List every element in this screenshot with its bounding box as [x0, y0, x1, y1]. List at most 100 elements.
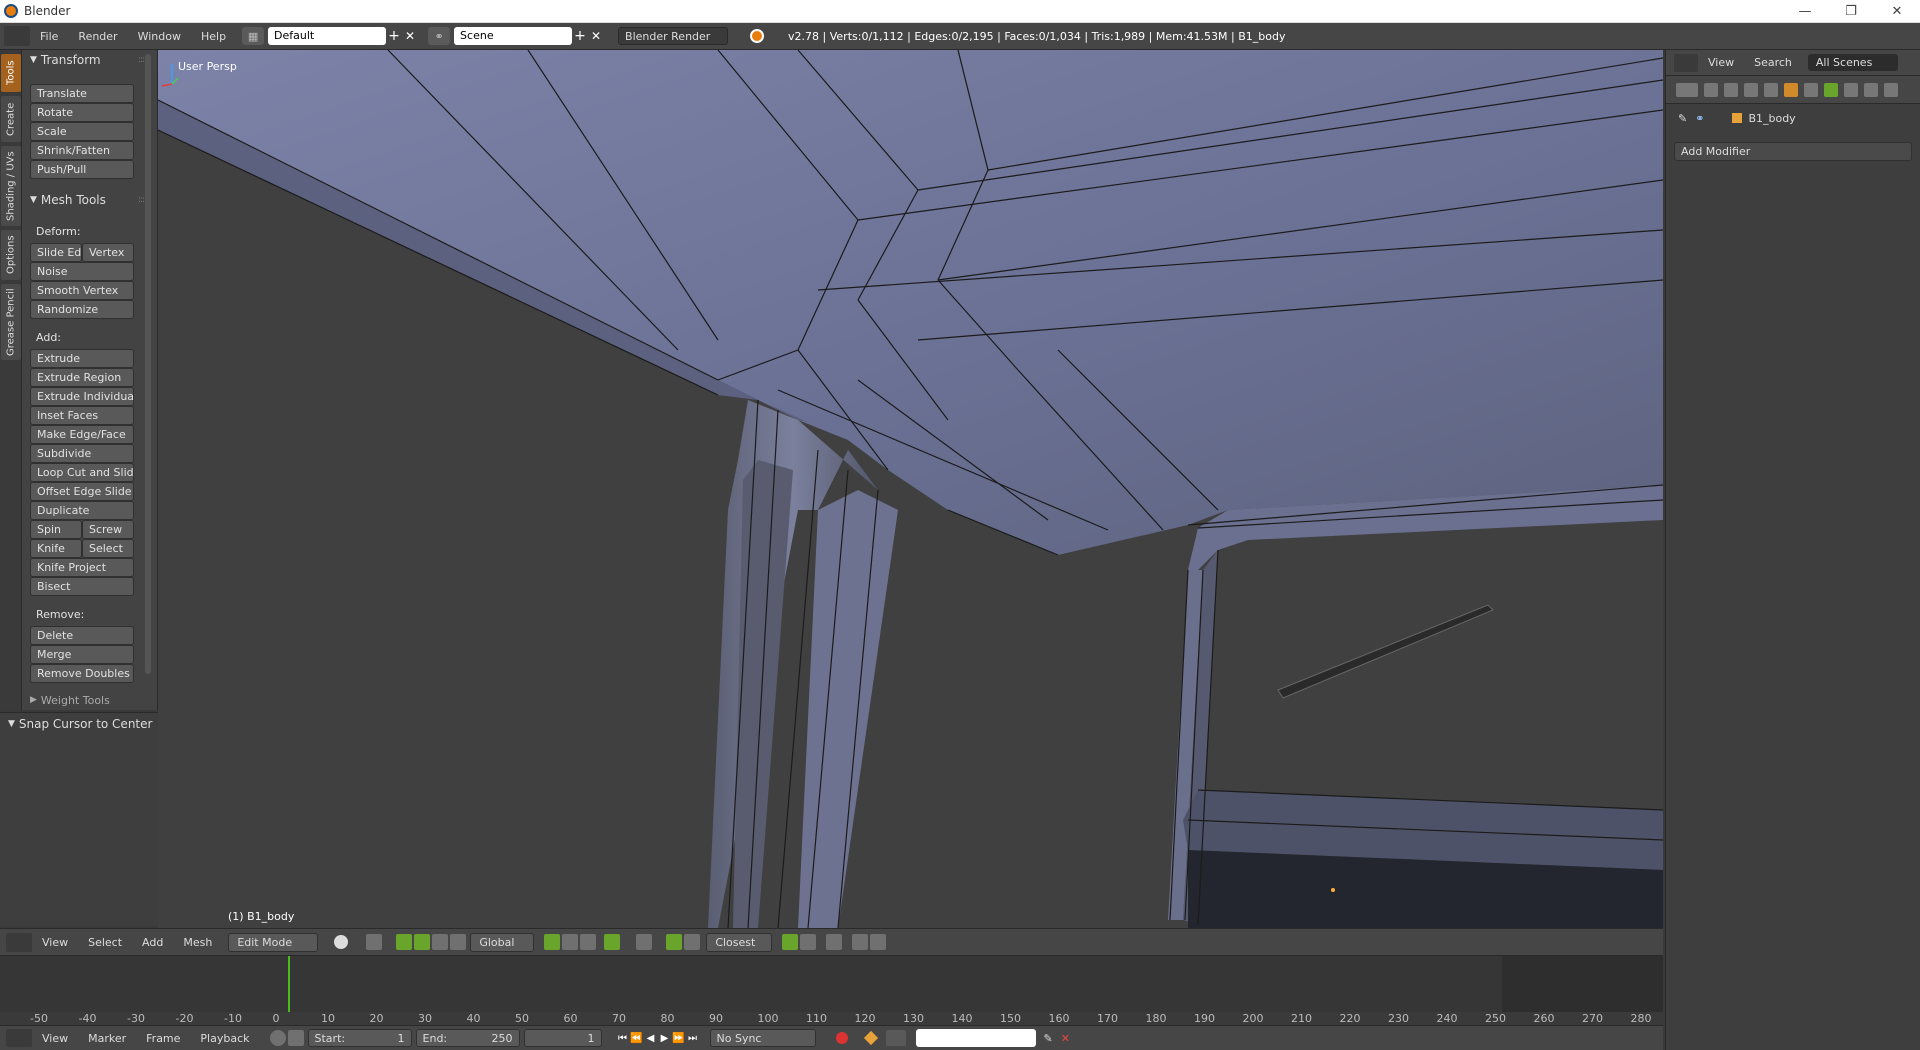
snap-project-icon[interactable] — [800, 934, 817, 950]
properties-type-icon[interactable] — [1676, 82, 1698, 97]
pivot-icon[interactable] — [366, 934, 383, 950]
layout-icon[interactable]: ▦ — [242, 27, 265, 45]
frame-menu[interactable]: Frame — [136, 1032, 190, 1045]
knife-button[interactable]: Knife — [30, 539, 82, 558]
material-tab-icon[interactable] — [1864, 82, 1878, 97]
add-menu[interactable]: Add — [132, 936, 173, 949]
remove-doubles-button[interactable]: Remove Doubles — [30, 664, 134, 683]
record-icon[interactable] — [835, 1032, 848, 1044]
face-select-icon[interactable] — [580, 934, 597, 950]
timeline-view-menu[interactable]: View — [32, 1032, 78, 1045]
view-menu[interactable]: View — [1698, 56, 1744, 69]
panel-transform[interactable]: ▼ Transform:::: — [22, 50, 152, 70]
screw-button[interactable]: Screw — [82, 520, 134, 539]
end-frame-field[interactable]: End: 250 — [415, 1029, 520, 1047]
start-frame-field[interactable]: Start: 1 — [307, 1029, 412, 1047]
close-window-button[interactable]: ✕ — [1874, 0, 1920, 23]
opengl-anim-icon[interactable] — [870, 934, 887, 950]
render-layers-tab-icon[interactable] — [1724, 82, 1738, 97]
push-pull-button[interactable]: Push/Pull — [30, 160, 134, 179]
insert-keyframe-icon[interactable]: ✎ — [1044, 1032, 1053, 1045]
frame-cursor[interactable] — [288, 956, 290, 1012]
render-tab-icon[interactable] — [1704, 82, 1718, 97]
randomize-button[interactable]: Randomize — [30, 300, 134, 319]
spin-button[interactable]: Spin — [30, 520, 82, 539]
proportional-edit-icon[interactable] — [636, 934, 653, 950]
mode-select[interactable]: Edit Mode — [228, 932, 319, 952]
modifiers-tab-icon[interactable] — [1824, 82, 1838, 97]
make-edge-face-button[interactable]: Make Edge/Face — [30, 425, 134, 444]
extrude-button[interactable]: Extrude — [30, 349, 134, 368]
maximize-button[interactable]: ❐ — [1828, 0, 1874, 23]
scene-tab-icon[interactable] — [1744, 82, 1758, 97]
layout-field[interactable]: Default — [268, 27, 387, 45]
rotate-manipulator-icon[interactable] — [432, 934, 449, 950]
current-frame-field[interactable]: 1 — [523, 1029, 602, 1047]
extrude-region-button[interactable]: Extrude Region — [30, 368, 134, 387]
menu-help[interactable]: Help — [191, 30, 236, 43]
delete-keyframe-icon[interactable]: ✕ — [1061, 1032, 1070, 1045]
subdivide-button[interactable]: Subdivide — [30, 444, 134, 463]
manipulator-toggle-icon[interactable] — [396, 934, 413, 950]
timeline-type-icon[interactable] — [6, 1029, 32, 1047]
marker-menu[interactable]: Marker — [78, 1032, 136, 1045]
rotate-button[interactable]: Rotate — [30, 103, 134, 122]
next-key-icon[interactable]: ⏩ — [672, 1033, 686, 1044]
tab-shading-uvs[interactable]: Shading / UVs — [1, 146, 21, 226]
minimize-button[interactable]: — — [1782, 0, 1828, 23]
smooth-vertex-button[interactable]: Smooth Vertex — [30, 281, 134, 300]
keyframe-icon[interactable] — [863, 1030, 878, 1046]
noise-button[interactable]: Noise — [30, 262, 134, 281]
remove-layout-button[interactable]: ✕ — [402, 29, 418, 43]
search-menu[interactable]: Search — [1744, 56, 1802, 69]
scene-field[interactable]: Scene — [454, 27, 573, 45]
tab-grease-pencil[interactable]: Grease Pencil — [1, 284, 21, 360]
duplicate-button[interactable]: Duplicate — [30, 501, 134, 520]
add-modifier-button[interactable]: Add Modifier — [1674, 142, 1912, 161]
lock-range-icon[interactable] — [287, 1030, 304, 1046]
loop-cut-button[interactable]: Loop Cut and Slide — [30, 463, 134, 482]
jump-start-icon[interactable]: ⏮ — [616, 1033, 630, 1044]
snap-align-icon[interactable] — [782, 934, 799, 950]
delete-button[interactable]: Delete — [30, 626, 134, 645]
world-tab-icon[interactable] — [1764, 82, 1778, 97]
render-engine-select[interactable]: Blender Render — [618, 27, 729, 45]
render-preview-icon[interactable] — [826, 934, 843, 950]
panel-weight-tools[interactable]: ▶ Weight Tools — [22, 690, 152, 710]
add-scene-button[interactable]: + — [572, 28, 588, 44]
remove-scene-button[interactable]: ✕ — [588, 29, 604, 43]
prev-key-icon[interactable]: ⏪ — [630, 1033, 644, 1044]
data-tab-icon[interactable] — [1844, 82, 1858, 97]
vertex-slide-button[interactable]: Vertex — [82, 243, 134, 262]
select-menu[interactable]: Select — [78, 936, 132, 949]
inset-faces-button[interactable]: Inset Faces — [30, 406, 134, 425]
snap-element-icon[interactable] — [684, 934, 701, 950]
scale-manipulator-icon[interactable] — [450, 934, 467, 950]
tab-options[interactable]: Options — [1, 230, 21, 280]
object-tab-icon[interactable] — [1784, 82, 1798, 97]
jump-end-icon[interactable]: ⏭ — [686, 1033, 700, 1044]
translate-button[interactable]: Translate — [30, 84, 134, 103]
play-reverse-icon[interactable]: ◀ — [644, 1033, 658, 1044]
texture-tab-icon[interactable] — [1884, 82, 1898, 97]
snap-toggle-icon[interactable] — [666, 934, 683, 950]
extrude-individual-button[interactable]: Extrude Individual — [30, 387, 134, 406]
translate-manipulator-icon[interactable] — [414, 934, 431, 950]
playback-menu[interactable]: Playback — [190, 1032, 259, 1045]
play-icon[interactable]: ▶ — [658, 1033, 672, 1044]
slide-edge-button[interactable]: Slide Ed — [30, 243, 82, 262]
offset-edge-slide-button[interactable]: Offset Edge Slide — [30, 482, 134, 501]
pin-icon[interactable]: ✎ — [1678, 112, 1687, 125]
snap-cursor-panel[interactable]: ▼ Snap Cursor to Center — [0, 713, 158, 733]
menu-window[interactable]: Window — [128, 30, 191, 43]
menu-render[interactable]: Render — [68, 30, 127, 43]
scene-icon[interactable]: ⚭ — [428, 27, 451, 45]
shrink-fatten-button[interactable]: Shrink/Fatten — [30, 141, 134, 160]
toolshelf-scrollbar[interactable] — [145, 54, 151, 674]
edge-select-icon[interactable] — [562, 934, 579, 950]
display-mode-select[interactable]: All Scenes — [1807, 54, 1898, 71]
keying-set-field[interactable] — [915, 1029, 1036, 1047]
preview-range-icon[interactable] — [269, 1030, 286, 1046]
outliner-type-icon[interactable] — [1674, 53, 1698, 72]
merge-button[interactable]: Merge — [30, 645, 134, 664]
